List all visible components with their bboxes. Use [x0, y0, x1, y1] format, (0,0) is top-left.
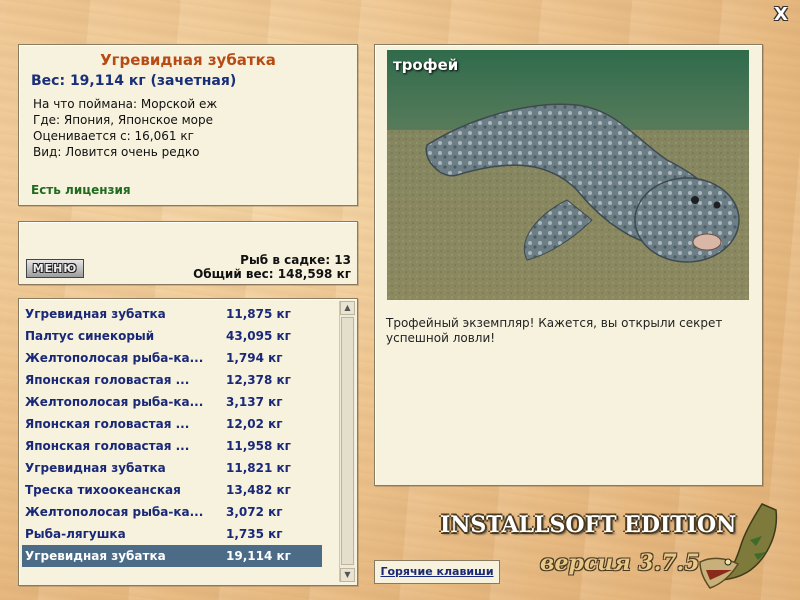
fish-title: Угревидная зубатка: [100, 51, 276, 69]
fish-list-weight: 1,735 кг: [226, 527, 283, 541]
version-label: версия 3.7.5: [540, 550, 700, 576]
valued-from-info: Оценивается с: 16,061 кг: [33, 129, 194, 143]
fish-list-name: Палтус синекорый: [25, 329, 155, 343]
fish-list-weight: 11,875 кг: [226, 307, 291, 321]
catch-summary-panel: МЕНЮ Рыб в садке: 13 Общий вес: 148,598 …: [18, 221, 358, 285]
fish-list-name: Японская головастая ...: [25, 373, 190, 387]
fish-list-row[interactable]: Палтус синекорый 43,095 кг: [22, 325, 322, 347]
menu-button[interactable]: МЕНЮ: [26, 259, 84, 278]
fish-list-name: Желтополосая рыба-ка...: [25, 505, 204, 519]
trophy-panel: трофей Трофейный экземпляр! Кажется, вы …: [374, 44, 763, 486]
fish-list-name: Рыба-лягушка: [25, 527, 126, 541]
fish-list-name: Желтополосая рыба-ка...: [25, 351, 204, 365]
license-status: Есть лицензия: [31, 183, 131, 197]
location-info: Где: Япония, Японское море: [33, 113, 214, 127]
fish-list-row[interactable]: Желтополосая рыба-ка... 3,137 кг: [22, 391, 322, 413]
total-weight: Общий вес: 148,598 кг: [193, 267, 351, 281]
hotkeys-button[interactable]: Горячие клавиши: [374, 560, 500, 584]
fish-list-weight: 3,072 кг: [226, 505, 283, 519]
hotkeys-label: Горячие клавиши: [380, 565, 494, 578]
chevron-down-icon[interactable]: ▼: [340, 568, 355, 582]
fish-list-weight: 12,02 кг: [226, 417, 283, 431]
scroll-thumb[interactable]: [341, 317, 354, 565]
fish-list-name: Угревидная зубатка: [25, 549, 166, 563]
fish-list-row[interactable]: Рыба-лягушка 1,735 кг: [22, 523, 322, 545]
fish-list-row[interactable]: Желтополосая рыба-ка... 3,072 кг: [22, 501, 322, 523]
fish-list-weight: 12,378 кг: [226, 373, 291, 387]
fish-list-weight: 11,958 кг: [226, 439, 291, 453]
fish-info-panel: Угревидная зубатка Вес: 19,114 кг (зачет…: [18, 44, 358, 206]
fish-list-name: Желтополосая рыба-ка...: [25, 395, 204, 409]
wolf-eel-photo: [387, 50, 749, 300]
pike-fish-logo: [699, 503, 778, 589]
fish-list-row[interactable]: Японская головастая ... 12,02 кг: [22, 413, 322, 435]
fish-list-name: Треска тихоокеанская: [25, 483, 181, 497]
fish-list-panel: Угревидная зубатка 11,875 кг Палтус синеко…: [18, 298, 358, 586]
trophy-label: трофей: [393, 56, 459, 74]
fish-list-row[interactable]: Угревидная зубатка 11,875 кг: [22, 303, 322, 325]
fish-list-row[interactable]: Желтополосая рыба-ка... 1,794 кг: [22, 347, 322, 369]
fish-list-weight: 43,095 кг: [226, 329, 291, 343]
fish-weight: Вес: 19,114 кг (зачетная): [31, 73, 237, 89]
fish-list-row[interactable]: Японская головастая ... 12,378 кг: [22, 369, 322, 391]
fish-list-name: Японская головастая ...: [25, 417, 190, 431]
fish-list-weight: 1,794 кг: [226, 351, 283, 365]
fish-list-row[interactable]: Японская головастая ... 11,958 кг: [22, 435, 322, 457]
fish-count: Рыб в садке: 13: [240, 253, 351, 267]
fish-list-weight: 11,821 кг: [226, 461, 291, 475]
close-icon[interactable]: X: [772, 6, 790, 24]
fish-list-weight: 3,137 кг: [226, 395, 283, 409]
rarity-info: Вид: Ловится очень редко: [33, 145, 200, 159]
fish-list-name: Угревидная зубатка: [25, 307, 166, 321]
bait-info: На что поймана: Морской еж: [33, 97, 218, 111]
chevron-up-icon[interactable]: ▲: [340, 301, 355, 315]
fish-list-name: Угревидная зубатка: [25, 461, 166, 475]
list-scrollbar[interactable]: ▲ ▼: [339, 301, 355, 582]
fish-list-row[interactable]: Угревидная зубатка 19,114 кг: [22, 545, 322, 567]
fish-list-name: Японская головастая ...: [25, 439, 190, 453]
fish-list-weight: 13,482 кг: [226, 483, 291, 497]
trophy-photo: трофей: [387, 50, 749, 300]
fish-list-row[interactable]: Треска тихоокеанская 13,482 кг: [22, 479, 322, 501]
fish-list-row[interactable]: Угревидная зубатка 11,821 кг: [22, 457, 322, 479]
trophy-message: Трофейный экземпляр! Кажется, вы открыли…: [386, 316, 723, 345]
fish-list-weight: 19,114 кг: [226, 549, 291, 563]
